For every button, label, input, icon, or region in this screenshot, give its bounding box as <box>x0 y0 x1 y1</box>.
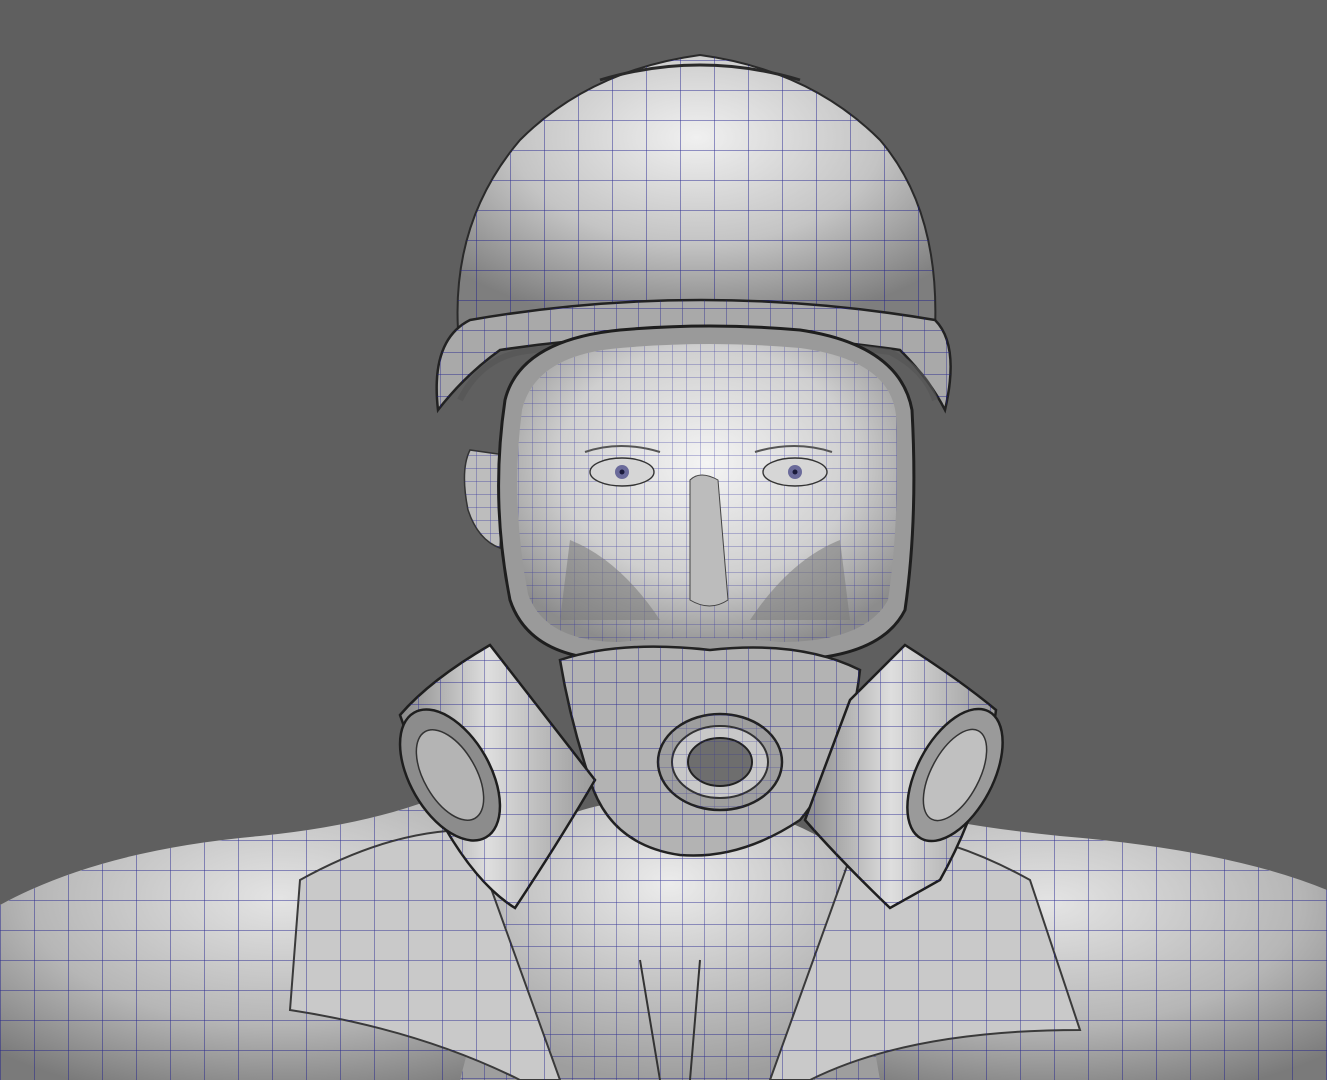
wireframe-model <box>0 53 1327 1080</box>
right-eye <box>762 457 828 487</box>
left-eye <box>589 457 655 487</box>
exhalation-valve <box>656 712 784 812</box>
3d-viewport[interactable] <box>0 0 1327 1080</box>
